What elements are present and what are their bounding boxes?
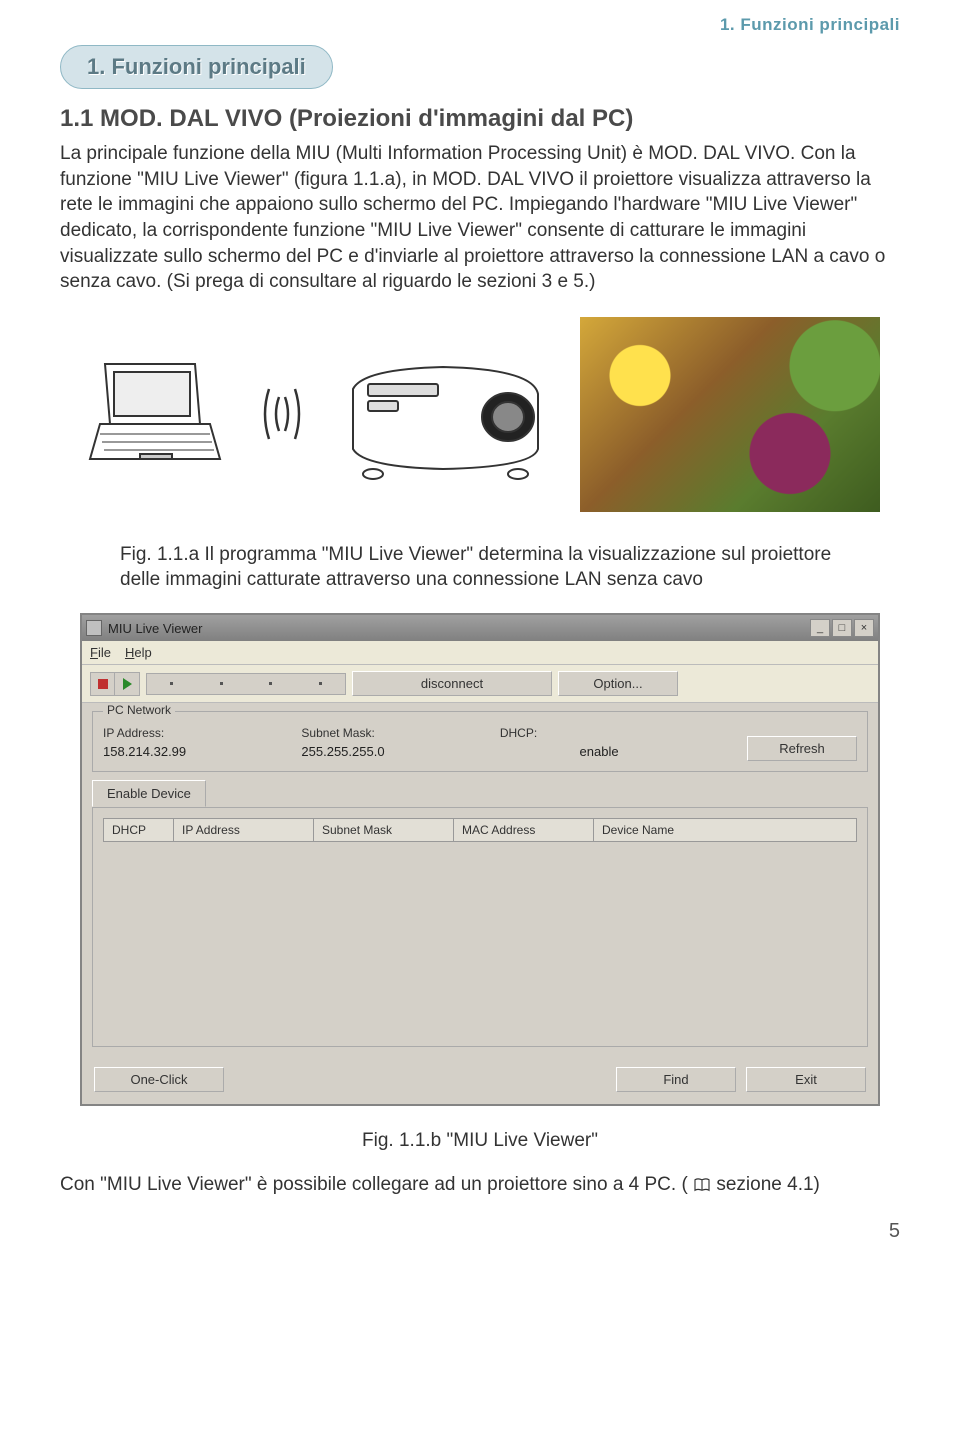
pc-network-legend: PC Network bbox=[103, 703, 175, 717]
body-paragraph: La principale funzione della MIU (Multi … bbox=[60, 141, 900, 295]
play-button[interactable] bbox=[115, 673, 139, 695]
wireless-icon bbox=[257, 379, 307, 449]
dhcp-label: DHCP: bbox=[500, 726, 698, 740]
col-device[interactable]: Device Name bbox=[594, 819, 856, 841]
menu-file[interactable]: File bbox=[90, 645, 111, 660]
col-subnet[interactable]: Subnet Mask bbox=[314, 819, 454, 841]
menu-help[interactable]: Help bbox=[125, 645, 152, 660]
stop-icon bbox=[98, 679, 108, 689]
maximize-button[interactable]: □ bbox=[832, 619, 852, 637]
section-pill: 1. Funzioni principali bbox=[60, 45, 333, 89]
window-controls: _ □ × bbox=[810, 619, 874, 637]
dot-icon bbox=[170, 682, 173, 685]
device-table-header: DHCP IP Address Subnet Mask MAC Address … bbox=[103, 818, 857, 842]
subnet-label: Subnet Mask: bbox=[301, 726, 499, 740]
toolbar: disconnect Option... bbox=[82, 665, 878, 703]
toolbar-indicator bbox=[146, 673, 346, 695]
figure-b-caption: Fig. 1.1.b "MIU Live Viewer" bbox=[60, 1130, 900, 1152]
projector-icon bbox=[333, 339, 553, 489]
page-number: 5 bbox=[60, 1220, 900, 1243]
tab-enable-device[interactable]: Enable Device bbox=[92, 780, 206, 807]
one-click-button[interactable]: One-Click bbox=[94, 1067, 224, 1092]
sample-photo bbox=[580, 317, 880, 512]
disconnect-button[interactable]: disconnect bbox=[352, 671, 552, 696]
laptop-icon bbox=[80, 354, 230, 474]
pc-network-group: PC Network IP Address: 158.214.32.99 Sub… bbox=[92, 711, 868, 772]
footer-text-1: Con "MIU Live Viewer" è possibile colleg… bbox=[60, 1174, 688, 1195]
window-title: MIU Live Viewer bbox=[108, 621, 810, 636]
figure-a-caption: Fig. 1.1.a Il programma "MIU Live Viewer… bbox=[120, 542, 860, 593]
dot-icon bbox=[319, 682, 322, 685]
titlebar: MIU Live Viewer _ □ × bbox=[82, 615, 878, 641]
col-ip[interactable]: IP Address bbox=[174, 819, 314, 841]
ip-label: IP Address: bbox=[103, 726, 301, 740]
col-mac[interactable]: MAC Address bbox=[454, 819, 594, 841]
dot-icon bbox=[269, 682, 272, 685]
tab-row: Enable Device bbox=[92, 780, 868, 807]
running-header: 1. Funzioni principali bbox=[60, 15, 900, 35]
close-button[interactable]: × bbox=[854, 619, 874, 637]
refresh-button[interactable]: Refresh bbox=[747, 736, 857, 761]
illustration-row bbox=[80, 317, 880, 512]
footer-paragraph: Con "MIU Live Viewer" è possibile colleg… bbox=[60, 1172, 900, 1198]
col-dhcp[interactable]: DHCP bbox=[104, 819, 174, 841]
footer-text-2: sezione 4.1) bbox=[716, 1174, 820, 1195]
bottom-button-row: One-Click Find Exit bbox=[82, 1057, 878, 1104]
app-icon bbox=[86, 620, 102, 636]
section-title: 1.1 MOD. DAL VIVO (Proiezioni d'immagini… bbox=[60, 105, 900, 133]
miu-live-viewer-window: MIU Live Viewer _ □ × File Help disconne… bbox=[80, 613, 880, 1106]
dhcp-value: enable bbox=[500, 744, 698, 759]
play-icon bbox=[123, 678, 132, 690]
subnet-value: 255.255.255.0 bbox=[301, 744, 499, 759]
menubar: File Help bbox=[82, 641, 878, 665]
stop-button[interactable] bbox=[91, 673, 115, 695]
minimize-button[interactable]: _ bbox=[810, 619, 830, 637]
device-panel: DHCP IP Address Subnet Mask MAC Address … bbox=[92, 807, 868, 1047]
exit-button[interactable]: Exit bbox=[746, 1067, 866, 1092]
find-button[interactable]: Find bbox=[616, 1067, 736, 1092]
book-icon bbox=[693, 1178, 711, 1192]
record-play-box bbox=[90, 672, 140, 696]
option-button[interactable]: Option... bbox=[558, 671, 678, 696]
dot-icon bbox=[220, 682, 223, 685]
ip-value: 158.214.32.99 bbox=[103, 744, 301, 759]
